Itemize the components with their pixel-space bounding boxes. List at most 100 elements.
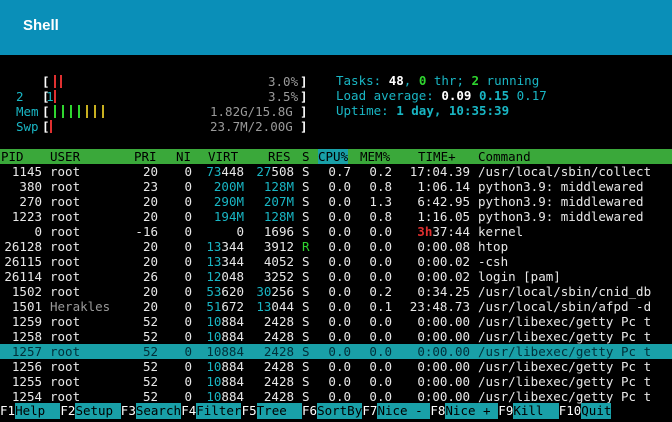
cpu1-bracket-open: [: [42, 74, 50, 89]
fkey-label: Nice +: [445, 403, 499, 419]
process-row[interactable]: 1254 root 52 0 10884 2428 S 0.0 0.0 0:00.00/usr/l…: [0, 389, 672, 404]
process-user: root: [50, 374, 81, 389]
process-pid: 26128: [4, 239, 42, 254]
process-time: 1:16.05: [417, 209, 470, 224]
process-row[interactable]: 26114 root 26 0 12048 3252 S 0.0 0.0 0:00.02 login…: [0, 269, 672, 284]
fkey-label: Setup: [75, 403, 121, 419]
process-virt: 290M: [213, 194, 244, 209]
process-mem: 0.0: [369, 239, 392, 254]
process-virt: 200M: [213, 179, 244, 194]
process-mem: 0.0: [369, 314, 392, 329]
process-row-selected[interactable]: 1257 root 52 0 10884 2428 S 0.0 0.0 0:00.00/usr/l…: [0, 344, 672, 359]
process-row[interactable]: 1502 root 20 0 53620 30256 S 0.0 0.2 0:34.25/usr/…: [0, 284, 672, 299]
process-mem: 0.2: [369, 164, 392, 179]
process-row[interactable]: 1255 root 52 0 10884 2428 S 0.0 0.0 0:00.00/usr/l…: [0, 374, 672, 389]
fkey-f8[interactable]: F8Nice +: [430, 403, 499, 419]
mem-bar: [102, 105, 104, 118]
process-cpu: 0.0: [328, 374, 351, 389]
column-header-cpu[interactable]: CPU%: [318, 149, 349, 164]
process-user: root: [50, 344, 81, 359]
column-header-ni[interactable]: NI: [176, 149, 191, 164]
process-virt: 0: [236, 224, 244, 239]
fkey-f1[interactable]: F1Help: [0, 403, 61, 419]
process-pid: 1223: [11, 209, 42, 224]
process-row[interactable]: 1223 root 20 0 194M 128M S 0.0 0.8 1:16.05 python3…: [0, 209, 672, 224]
process-row[interactable]: 0 root -16 0 0 1696 S 0.0 0.0 3h37:44 kernel: [0, 224, 672, 239]
process-time: 0:00.08: [417, 239, 470, 254]
process-res: 13044: [256, 299, 294, 314]
process-mem: 0.1: [369, 299, 392, 314]
fkey-f6[interactable]: F6SortBy: [302, 403, 363, 419]
process-user: root: [50, 314, 81, 329]
process-row[interactable]: 270 root 20 0 290M 207M S 0.0 1.3 6:42.95 python3.…: [0, 194, 672, 209]
fkey-label: Help: [15, 403, 61, 419]
process-user: root: [50, 329, 81, 344]
process-pid: 1256: [11, 359, 42, 374]
process-state: S: [302, 314, 310, 329]
process-priority: 52: [142, 359, 158, 374]
tasks-label: Tasks:: [336, 73, 389, 88]
column-header-pid[interactable]: PID: [1, 149, 24, 164]
process-priority: 20: [142, 164, 158, 179]
process-pid: 26115: [4, 254, 42, 269]
column-header-time[interactable]: TIME+: [418, 149, 456, 164]
process-pid: 1258: [11, 329, 42, 344]
process-cpu: 0.0: [328, 239, 351, 254]
cpu1-bar: [60, 75, 62, 88]
process-res: 3912: [263, 239, 294, 254]
column-header-res[interactable]: RES: [268, 149, 291, 164]
fkey-f2[interactable]: F2Setup: [60, 403, 121, 419]
process-time: 0:00.00: [417, 344, 470, 359]
process-res: 2428: [263, 314, 294, 329]
terminal[interactable]: 1 [ 3.0% ] 2 [ 3.5% ] Mem [ 1.82G/15.8G …: [0, 55, 672, 422]
process-state: S: [302, 284, 310, 299]
process-row[interactable]: 1258 root 52 0 10884 2428 S 0.0 0.0 0:00.00/usr/l…: [0, 329, 672, 344]
fkey-key: F10: [558, 403, 582, 418]
column-header-virt[interactable]: VIRT: [208, 149, 238, 164]
column-header-user[interactable]: USER: [50, 149, 80, 164]
process-virt: 73448: [206, 164, 244, 179]
process-mem: 0.2: [369, 284, 392, 299]
process-user: root: [50, 164, 81, 179]
column-header-pri[interactable]: PRI: [134, 149, 157, 164]
mem-bar: [86, 105, 88, 118]
process-row[interactable]: 26128 root 20 0 13344 3912 R 0.0 0.0 0:00.08 htop: [0, 239, 672, 254]
swp-label: Swp: [16, 119, 39, 134]
process-res: 128M: [263, 179, 294, 194]
process-mem: 0.0: [369, 329, 392, 344]
process-nice: 0: [184, 344, 192, 359]
fkey-f5[interactable]: F5Tree: [242, 403, 302, 419]
process-row[interactable]: 380 root 23 0 200M 128M S 0.0 0.8 1:06.14 python3.…: [0, 179, 672, 194]
process-priority: 52: [142, 344, 158, 359]
cpu2-bar: [54, 90, 56, 103]
fkey-label: SortBy: [317, 403, 363, 419]
process-virt: 10884: [206, 314, 244, 329]
fkey-f4[interactable]: F4Filter: [181, 403, 242, 419]
process-command: python3.9: middlewared: [478, 179, 644, 194]
tasks-count: 48: [388, 73, 404, 88]
column-header-mem[interactable]: MEM%: [360, 149, 390, 164]
process-row[interactable]: 1259 root 52 0 10884 2428 S 0.0 0.0 0:00.00/usr/l…: [0, 314, 672, 329]
swp-value: 23.7M/2.00G: [210, 119, 293, 134]
process-user: root: [50, 359, 81, 374]
fkey-f3[interactable]: F3Search: [121, 403, 182, 419]
process-time: 0:00.00: [417, 359, 470, 374]
process-user: Herakles: [50, 299, 111, 314]
process-row[interactable]: 1256 root 52 0 10884 2428 S 0.0 0.0 0:00.00/usr/l…: [0, 359, 672, 374]
column-header-command[interactable]: Command: [478, 149, 531, 164]
fkey-f9[interactable]: F9Kill: [498, 403, 559, 419]
process-row[interactable]: 1501 Herakles 20 0 51672 13044 S 0.0 0.1 23:48.73…: [0, 299, 672, 314]
fkey-f7[interactable]: F7Nice -: [362, 403, 431, 419]
column-header-s[interactable]: S: [302, 149, 310, 164]
process-row[interactable]: 1145 root 20 0 73448 27508 S 0.7 0.2 17:04.39/usr…: [0, 164, 672, 179]
process-cpu: 0.0: [328, 344, 351, 359]
column-header-row[interactable]: PID USER PRI NI VIRT RES S CPU% MEM% TIME+ Command: [0, 149, 672, 164]
window-titlebar: Shell: [0, 0, 672, 55]
process-row[interactable]: 26115 root 20 0 13344 4052 S 0.0 0.0 0:00.02 -csh: [0, 254, 672, 269]
load-label: Load average:: [336, 88, 442, 103]
process-virt: 13344: [206, 239, 244, 254]
process-cpu: 0.0: [328, 224, 351, 239]
mem-bar: [78, 105, 80, 118]
fkey-f10[interactable]: F10Quit: [559, 403, 612, 419]
process-command: python3.9: middlewared: [478, 194, 644, 209]
